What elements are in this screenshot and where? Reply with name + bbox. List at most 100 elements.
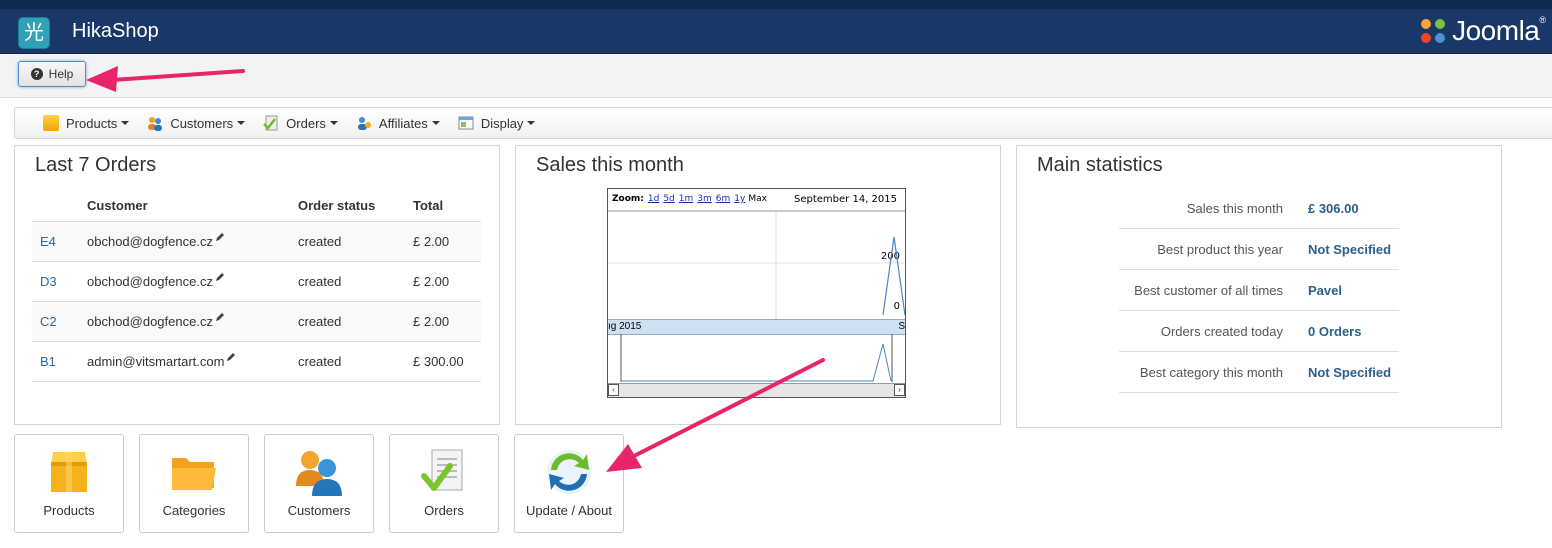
- orders-table: Customer Order status Total E4 obchod@do…: [32, 190, 481, 382]
- help-button-label: Help: [48, 67, 74, 81]
- tile-customers[interactable]: Customers: [264, 434, 374, 533]
- table-row: B1 admin@vitsmartart.com created £ 300.0…: [32, 341, 481, 382]
- order-status: created: [290, 221, 405, 262]
- sales-month-title: Sales this month: [536, 154, 684, 176]
- menu-display-label: Display: [480, 115, 524, 131]
- tile-products[interactable]: Products: [14, 434, 124, 533]
- order-total: £ 2.00: [405, 261, 481, 302]
- scroll-left-icon[interactable]: ‹: [608, 384, 619, 396]
- order-link[interactable]: C2: [40, 314, 57, 329]
- main-stats-title: Main statistics: [1037, 154, 1163, 176]
- app-header: 光 HikaShop Joomla ®: [0, 9, 1552, 54]
- affiliates-icon: [357, 117, 371, 130]
- sales-chart[interactable]: Zoom: 1d 5d 1m 3m 6m 1y Max September 14, 2015 …: [607, 188, 906, 398]
- stats-table: Sales this month £ 306.00 Best product th…: [1119, 188, 1399, 393]
- stat-row: Best product this year Not Specified: [1119, 228, 1399, 270]
- edit-pencil-icon[interactable]: [215, 312, 225, 322]
- stat-label: Sales this month: [1119, 188, 1307, 229]
- stat-row: Best category this month Not Specified: [1119, 351, 1399, 393]
- menu-products[interactable]: Products: [43, 115, 130, 131]
- stat-value: Pavel: [1306, 269, 1399, 311]
- stat-value: Not Specified: [1306, 228, 1399, 270]
- caret-down-icon: [329, 121, 338, 125]
- sales-month-panel: Sales this month Zoom: 1d 5d 1m 3m 6m 1y Max Se…: [515, 145, 1001, 425]
- main-stats-panel: Main statistics Sales this month £ 306.00…: [1016, 145, 1502, 428]
- tile-categories-label: Categories: [162, 503, 226, 518]
- caret-down-icon: [237, 121, 246, 125]
- toolbar: ? Help: [0, 54, 1552, 98]
- joomla-icon: [1421, 19, 1446, 43]
- order-link[interactable]: E4: [40, 234, 56, 249]
- question-circle-icon: ?: [30, 68, 43, 80]
- chart-scrollbar[interactable]: ‹ ›: [608, 383, 905, 397]
- order-link[interactable]: D3: [40, 274, 57, 289]
- caret-down-icon: [527, 121, 536, 125]
- box-icon: [43, 115, 59, 131]
- stat-label: Best category this month: [1119, 351, 1307, 393]
- caret-down-icon: [431, 121, 440, 125]
- update-icon: [547, 450, 591, 494]
- stat-label: Orders created today: [1119, 310, 1307, 352]
- col-id: [32, 190, 79, 222]
- order-total: £ 300.00: [405, 341, 481, 382]
- range-selector[interactable]: ıg 2015 S: [608, 319, 905, 335]
- col-total: Total: [405, 190, 481, 222]
- orders-icon: [263, 115, 278, 131]
- box-icon: [51, 452, 87, 492]
- edit-pencil-icon[interactable]: [215, 272, 225, 282]
- table-row: E4 obchod@dogfence.cz created £ 2.00: [32, 221, 481, 262]
- stat-row: Best customer of all times Pavel: [1119, 269, 1399, 311]
- main-menu: Products Customers Orders Affiliates Dis…: [14, 107, 1552, 139]
- tile-orders-label: Orders: [424, 503, 464, 518]
- table-row: D3 obchod@dogfence.cz created £ 2.00: [32, 261, 481, 302]
- top-strip: [0, 0, 1552, 9]
- table-row: C2 obchod@dogfence.cz created £ 2.00: [32, 301, 481, 342]
- tile-categories[interactable]: Categories: [139, 434, 249, 533]
- scroll-right-icon[interactable]: ›: [894, 384, 905, 396]
- last-orders-panel: Last 7 Orders Customer Order status Tota…: [14, 145, 500, 425]
- display-icon: [458, 116, 474, 130]
- tile-update-about-label: Update / About: [525, 503, 612, 518]
- caret-down-icon: [121, 121, 130, 125]
- app-title[interactable]: HikaShop: [72, 20, 159, 43]
- chart-plot: 200 0: [608, 210, 905, 319]
- y-tick-0: 0: [894, 301, 900, 312]
- menu-display[interactable]: Display: [458, 115, 536, 131]
- order-status: created: [290, 261, 405, 302]
- stat-value: £ 306.00: [1306, 188, 1399, 229]
- tile-orders[interactable]: Orders: [389, 434, 499, 533]
- joomla-text: Joomla: [1452, 15, 1540, 46]
- col-status: Order status: [290, 190, 405, 222]
- customer-email: admin@vitsmartart.com: [87, 354, 225, 369]
- navigator-plot: [620, 334, 893, 382]
- menu-customers-label: Customers: [170, 115, 234, 131]
- hikashop-logo-icon[interactable]: 光: [18, 17, 50, 49]
- menu-affiliates[interactable]: Affiliates: [356, 115, 440, 131]
- edit-pencil-icon[interactable]: [226, 352, 236, 362]
- menu-products-label: Products: [66, 115, 118, 131]
- order-status: created: [290, 301, 405, 342]
- edit-pencil-icon[interactable]: [215, 232, 225, 242]
- customer-email: obchod@dogfence.cz: [87, 234, 213, 249]
- orders-icon: [421, 449, 463, 491]
- order-link[interactable]: B1: [40, 354, 56, 369]
- navigator-series-line: [621, 343, 892, 382]
- joomla-logo[interactable]: Joomla ®: [1418, 11, 1546, 51]
- stat-row: Sales this month £ 306.00: [1119, 188, 1399, 229]
- stat-label: Best customer of all times: [1119, 269, 1307, 311]
- stat-value: Not Specified: [1306, 351, 1399, 393]
- tile-update-about[interactable]: Update / About: [514, 434, 624, 533]
- stat-value: 0 Orders: [1306, 310, 1399, 352]
- tile-customers-label: Customers: [287, 503, 351, 518]
- help-button[interactable]: ? Help: [18, 61, 86, 87]
- folder-icon: [172, 458, 216, 490]
- menu-customers[interactable]: Customers: [147, 115, 246, 131]
- stat-label: Best product this year: [1119, 228, 1307, 270]
- menu-orders[interactable]: Orders: [263, 115, 338, 131]
- customer-email: obchod@dogfence.cz: [87, 314, 213, 329]
- customer-email: obchod@dogfence.cz: [87, 274, 213, 289]
- col-customer: Customer: [79, 190, 290, 222]
- stat-row: Orders created today 0 Orders: [1119, 310, 1399, 352]
- menu-affiliates-label: Affiliates: [378, 115, 428, 131]
- tile-products-label: Products: [43, 503, 95, 518]
